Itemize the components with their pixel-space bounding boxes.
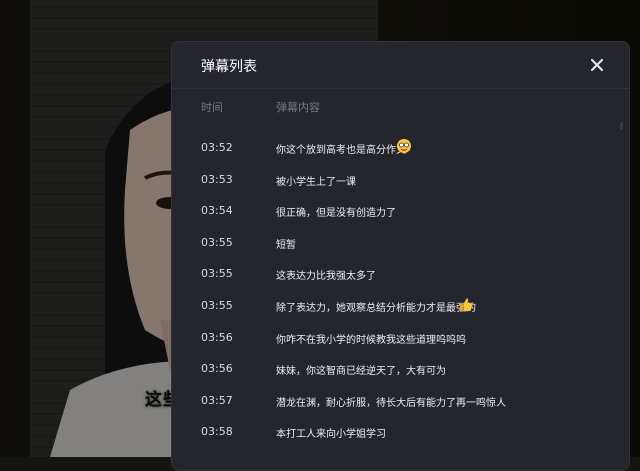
danmaku-row[interactable]: 03:56 妹妹，你这智商已经逆天了，大有可为 (172, 353, 629, 385)
danmaku-text: 你咋不在我小学的时候教我这些道理呜呜呜 (276, 334, 466, 346)
danmaku-row[interactable]: 03:56 你咋不在我小学的时候教我这些道理呜呜呜 (172, 322, 629, 354)
danmaku-text: 短暂 (276, 239, 296, 251)
panel-header: 弹幕列表 (172, 42, 629, 89)
danmaku-time: 03:57 (201, 393, 233, 407)
danmaku-row[interactable]: 03:52 你这个放到高考也是高分作文 (172, 132, 629, 164)
danmaku-row[interactable]: 03:53 被小学生上了一课 (172, 164, 629, 196)
danmaku-list-panel: 弹幕列表 时间 弹幕内容 03:52 你这个放到高考也是高分作文 03:53 被… (171, 41, 630, 471)
danmaku-text: 本打工人来向小学姐学习 (276, 429, 386, 441)
danmaku-row[interactable]: 03:55 这表达力比我强太多了 (172, 258, 629, 290)
close-icon (590, 58, 604, 72)
close-button[interactable] (587, 55, 607, 75)
danmaku-row[interactable]: 03:54 很正确，但是没有创造力了 (172, 195, 629, 227)
danmaku-row[interactable]: 03:58 本打工人来向小学姐学习 (172, 416, 629, 448)
smiling-face-icon (397, 139, 411, 153)
danmaku-time: 03:58 (201, 425, 233, 439)
danmaku-text: 潜龙在渊，耐心折服，待长大后有能力了再一鸣惊人 (276, 397, 506, 409)
danmaku-text: 被小学生上了一课 (276, 176, 356, 188)
danmaku-rows: 03:52 你这个放到高考也是高分作文 03:53 被小学生上了一课 03:54… (172, 132, 629, 448)
danmaku-text: 妹妹，你这智商已经逆天了，大有可为 (276, 366, 446, 378)
scrollbar[interactable] (620, 122, 623, 130)
column-header-time: 时间 (201, 101, 223, 114)
danmaku-row[interactable]: 03:55 除了表达力，她观察总结分析能力才是最强的 (172, 290, 629, 322)
danmaku-text: 很正确，但是没有创造力了 (276, 208, 396, 220)
panel-title: 弹幕列表 (201, 59, 257, 75)
danmaku-text: 除了表达力，她观察总结分析能力才是最强的 (276, 302, 476, 314)
danmaku-time: 03:55 (201, 235, 233, 249)
danmaku-text: 你这个放到高考也是高分作文 (276, 145, 406, 156)
column-header-content: 弹幕内容 (276, 101, 320, 114)
danmaku-row[interactable]: 03:57 潜龙在渊，耐心折服，待长大后有能力了再一鸣惊人 (172, 385, 629, 417)
danmaku-time: 03:54 (201, 204, 233, 218)
danmaku-row[interactable]: 03:55 短暂 (172, 227, 629, 259)
danmaku-text: 这表达力比我强太多了 (276, 271, 376, 283)
danmaku-time: 03:55 (201, 267, 233, 281)
danmaku-time: 03:56 (201, 330, 233, 344)
thumbs-up-icon (460, 298, 473, 311)
danmaku-time: 03:52 (201, 141, 233, 154)
danmaku-time: 03:53 (201, 172, 233, 186)
danmaku-time: 03:56 (201, 362, 233, 376)
danmaku-time: 03:55 (201, 298, 233, 312)
